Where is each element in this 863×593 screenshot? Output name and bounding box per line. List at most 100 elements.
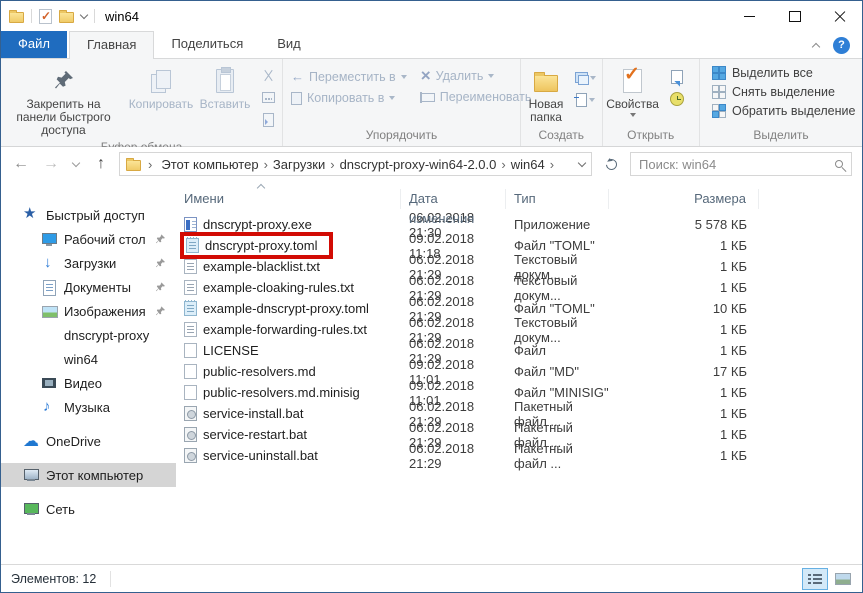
paste-button[interactable]: Вставить	[196, 62, 254, 113]
file-icon	[184, 343, 197, 358]
column-header[interactable]: Имени	[176, 189, 401, 209]
tab-home[interactable]: Главная	[69, 31, 154, 59]
sidebar-item[interactable]: Сеть	[1, 497, 176, 521]
breadcrumb-item[interactable]: Загрузки	[271, 157, 327, 172]
delete-button[interactable]: ×Удалить	[421, 69, 532, 83]
file-row[interactable]: public-resolvers.md 09.02.2018 11:01 Фай…	[176, 361, 862, 382]
file-row[interactable]: example-forwarding-rules.txt 06.02.2018 …	[176, 319, 862, 340]
sidebar-item-label: Сеть	[46, 502, 75, 517]
address-dropdown-icon[interactable]	[578, 158, 586, 166]
invert-selection-button[interactable]: Обратить выделение	[712, 104, 855, 118]
file-name-cell: example-cloaking-rules.txt	[176, 280, 401, 295]
new-folder-button[interactable]: Новая папка	[521, 62, 571, 126]
new-item-button[interactable]	[573, 90, 597, 109]
file-row[interactable]: example-cloaking-rules.txt 06.02.2018 21…	[176, 277, 862, 298]
new-item-icon	[576, 93, 587, 107]
sidebar-item[interactable]: Изображения	[1, 299, 176, 323]
select-all-button[interactable]: Выделить все	[712, 66, 813, 80]
copy-to-button[interactable]: Копировать в	[291, 91, 407, 105]
refresh-button[interactable]	[598, 152, 624, 176]
sidebar-item[interactable]: Видео	[1, 371, 176, 395]
qat-properties-icon[interactable]	[39, 9, 52, 24]
search-input[interactable]	[639, 157, 831, 172]
file-name: public-resolvers.md	[203, 364, 316, 379]
file-size: 1 КБ	[609, 427, 759, 442]
minimize-button[interactable]	[727, 1, 772, 31]
breadcrumb[interactable]: › Этот компьютер › Загрузки › dnscrypt-p…	[119, 152, 592, 176]
file-name-cell: example-blacklist.txt	[176, 259, 401, 274]
move-to-button[interactable]: ←Переместить в	[291, 69, 407, 84]
crumb-separator: ›	[145, 157, 155, 172]
pin-to-quick-access-button[interactable]: Закрепить на панели быстрого доступа	[1, 62, 126, 139]
select-group-label: Выделить	[700, 127, 862, 146]
file-row[interactable]: service-uninstall.bat 06.02.2018 21:29 П…	[176, 445, 862, 466]
column-headers: Имени Дата изменения Тип Размера	[176, 186, 862, 212]
back-button[interactable]: ←	[9, 152, 33, 176]
close-button[interactable]	[817, 1, 862, 31]
sidebar-item-icon	[41, 352, 57, 368]
forward-button[interactable]: →	[39, 152, 63, 176]
tab-view[interactable]: Вид	[260, 31, 318, 58]
history-icon	[670, 92, 684, 106]
column-header[interactable]: Дата изменения	[401, 189, 506, 209]
sidebar-item-icon	[41, 303, 57, 319]
cut-button[interactable]	[256, 66, 280, 85]
sidebar-item-label: Изображения	[64, 304, 146, 319]
column-header-label: Тип	[514, 191, 536, 206]
up-button[interactable]: ↑	[89, 152, 113, 176]
copy-button-label: Копировать	[129, 98, 194, 111]
rename-button[interactable]: Переименовать	[421, 90, 532, 104]
recent-locations-button[interactable]	[69, 152, 83, 176]
select-all-icon	[712, 66, 726, 80]
qat-customize-chevron-icon[interactable]	[80, 10, 88, 18]
breadcrumb-item[interactable]: Этот компьютер	[159, 157, 260, 172]
column-header[interactable]: Тип	[506, 189, 609, 209]
file-name-cell: public-resolvers.md	[176, 364, 401, 379]
sidebar-item[interactable]: Быстрый доступ	[1, 203, 176, 227]
tab-share[interactable]: Поделиться	[154, 31, 260, 58]
qat-new-folder-icon[interactable]	[59, 12, 74, 23]
details-view-button[interactable]	[802, 568, 828, 590]
properties-button[interactable]: Свойства	[603, 62, 663, 119]
help-icon[interactable]: ?	[833, 37, 850, 54]
thumbnails-view-button[interactable]	[830, 568, 856, 590]
column-header[interactable]: Размера	[609, 189, 759, 209]
rename-icon	[421, 93, 435, 102]
file-name-cell: public-resolvers.md.minisig	[176, 385, 401, 400]
sidebar-item[interactable]: Документы	[1, 275, 176, 299]
file-row[interactable]: LICENSE 06.02.2018 21:29 Файл 1 КБ	[176, 340, 862, 361]
new-folder-icon	[534, 75, 558, 92]
copy-path-button[interactable]	[256, 88, 280, 107]
sidebar-item-icon	[41, 375, 57, 391]
easy-access-button[interactable]	[573, 68, 597, 87]
sidebar-item[interactable]: Загрузки	[1, 251, 176, 275]
chevron-down-icon	[589, 98, 595, 102]
file-name: dnscrypt-proxy.exe	[203, 217, 312, 232]
sidebar-item[interactable]: dnscrypt-proxy	[1, 323, 176, 347]
sidebar-item[interactable]: Музыка	[1, 395, 176, 419]
maximize-button[interactable]	[772, 1, 817, 31]
sidebar-item[interactable]: win64	[1, 347, 176, 371]
sidebar-item[interactable]: Этот компьютер	[1, 463, 176, 487]
sidebar-item[interactable]: OneDrive	[1, 429, 176, 453]
ribbon-group-select: Выделить все Снять выделение Обратить вы…	[700, 59, 862, 146]
file-name-wrap: LICENSE	[184, 343, 259, 358]
paste-shortcut-icon	[263, 113, 274, 127]
search-icon[interactable]	[835, 160, 843, 168]
breadcrumb-item[interactable]: win64	[509, 157, 547, 172]
select-none-button[interactable]: Снять выделение	[712, 85, 835, 99]
search-box	[630, 152, 852, 176]
tab-file[interactable]: Файл	[1, 31, 67, 58]
file-icon	[184, 448, 197, 463]
sidebar-item[interactable]: Рабочий стол	[1, 227, 176, 251]
crumb-separator: ›	[498, 157, 508, 172]
breadcrumb-item[interactable]: dnscrypt-proxy-win64-2.0.0	[338, 157, 499, 172]
open-group-label: Открыть	[603, 127, 699, 146]
copy-button[interactable]: Копировать	[126, 62, 196, 113]
history-button[interactable]	[665, 89, 689, 108]
collapse-ribbon-icon[interactable]	[812, 43, 820, 51]
file-name-cell: service-uninstall.bat	[176, 448, 401, 463]
paste-shortcut-button[interactable]	[256, 110, 280, 129]
view-toggles	[802, 568, 860, 590]
edit-button[interactable]	[665, 67, 689, 86]
